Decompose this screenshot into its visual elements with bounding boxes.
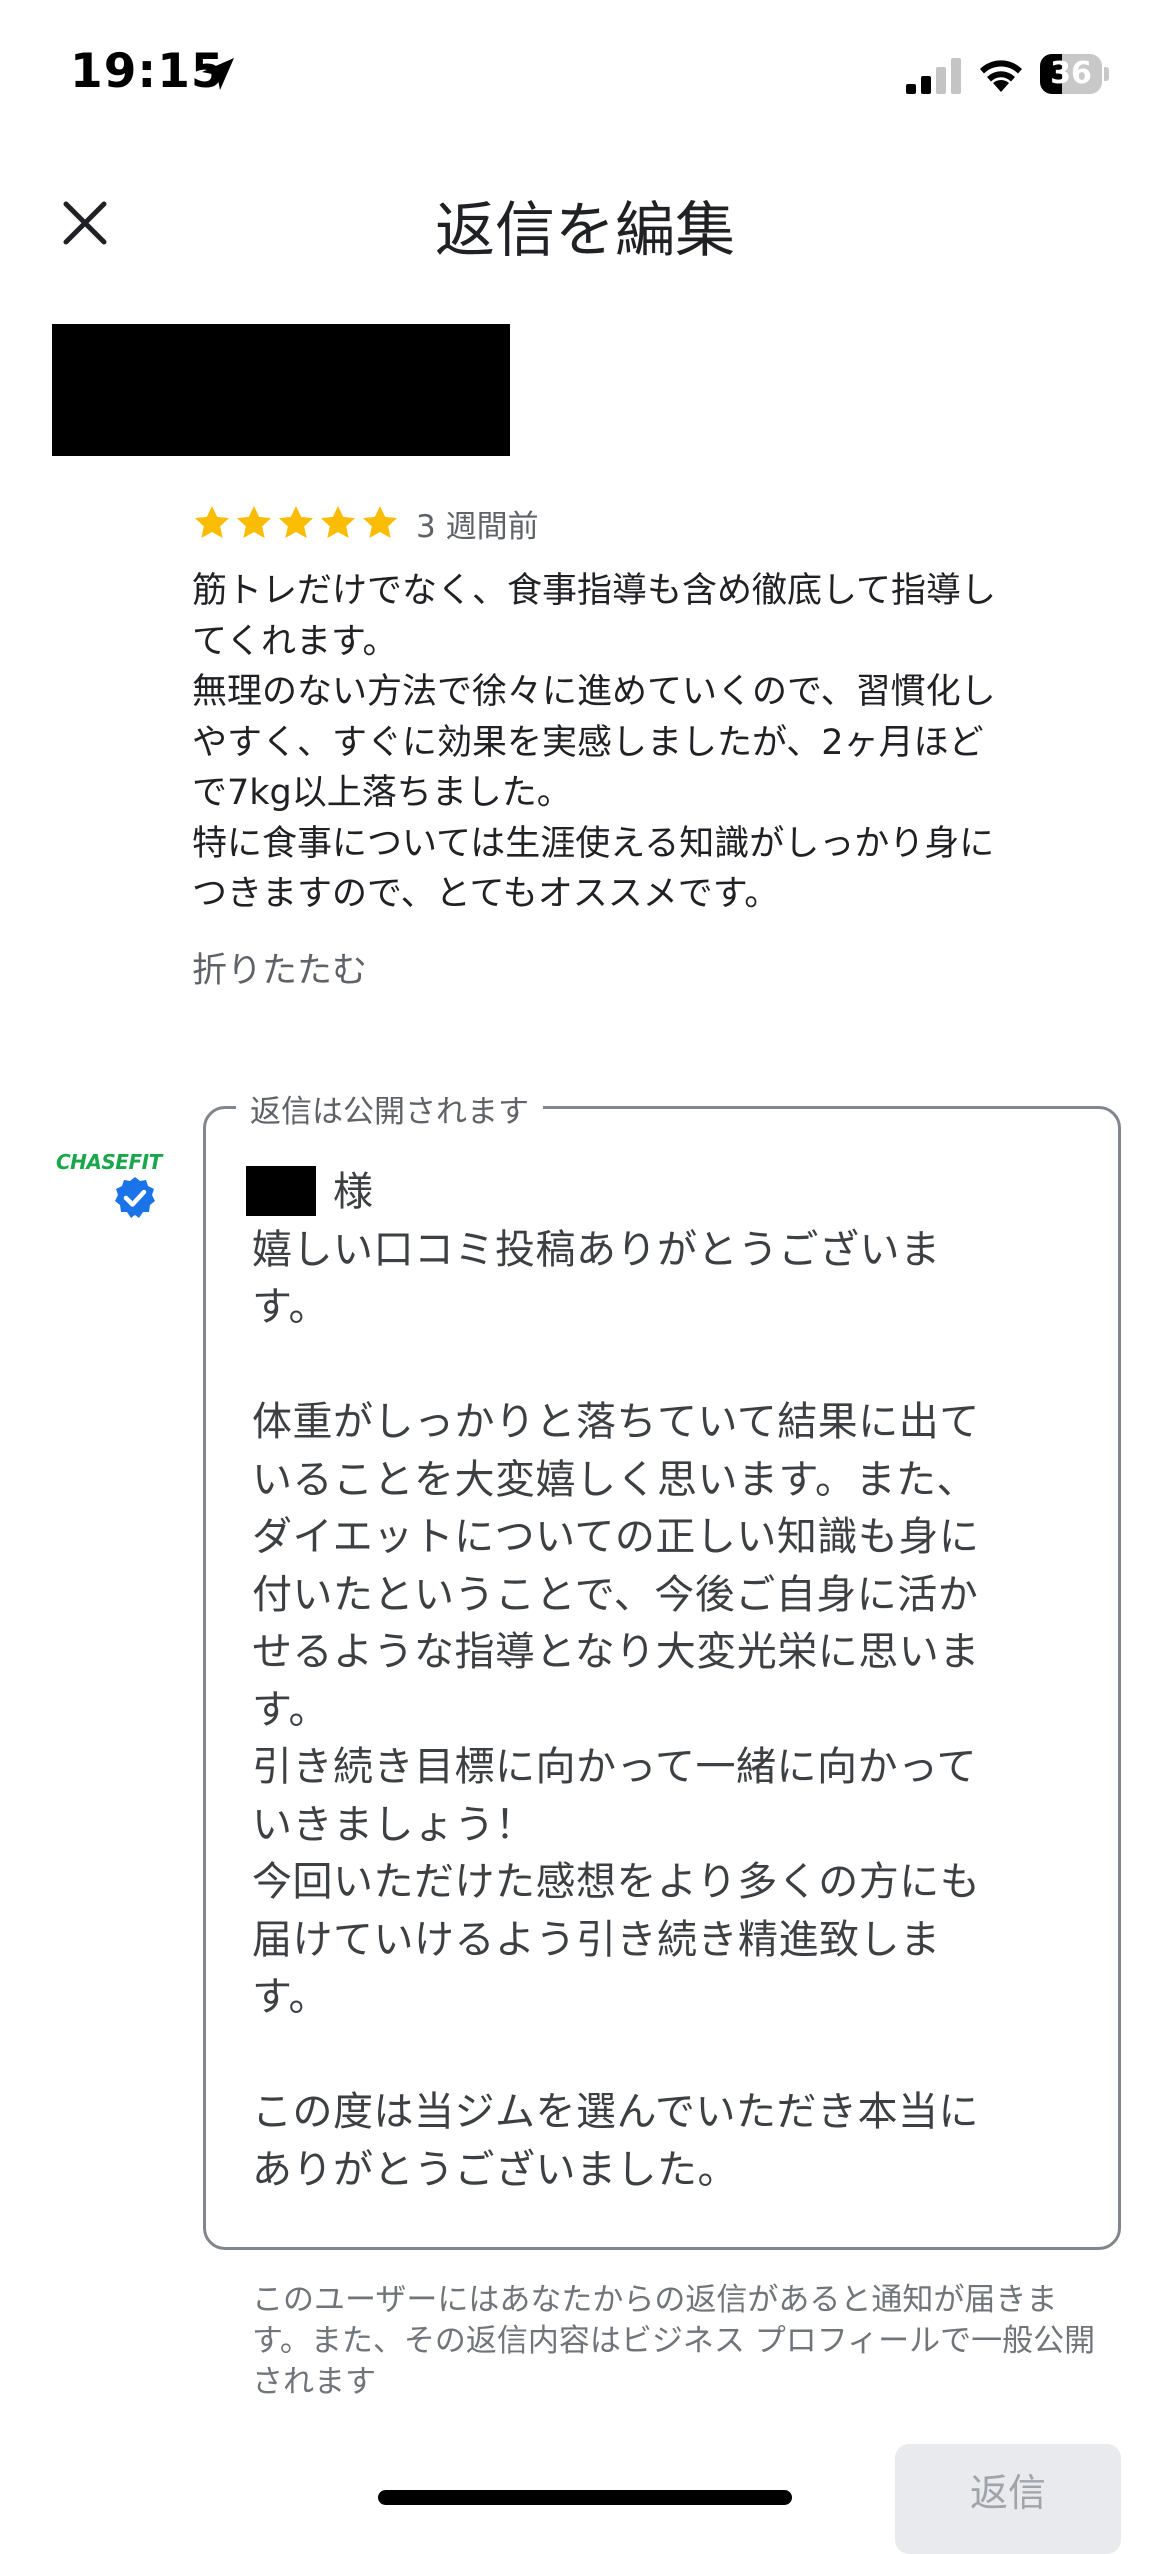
page-title: 返信を編集 xyxy=(435,196,735,266)
star-icon xyxy=(237,506,271,538)
business-logo: CHASEFIT xyxy=(56,1150,162,1174)
cellular-signal-icon xyxy=(906,58,961,94)
reply-field-label: 返信は公開されます xyxy=(236,1086,543,1131)
wifi-icon xyxy=(980,60,1022,92)
location-arrow-icon xyxy=(202,58,234,90)
star-rating xyxy=(192,503,402,543)
battery-icon: 36 xyxy=(1040,54,1110,94)
home-indicator[interactable] xyxy=(378,2490,792,2505)
star-icon xyxy=(363,506,397,538)
review-time: 3 週間前 xyxy=(416,508,539,545)
verified-check-icon xyxy=(115,1177,155,1218)
reply-submit-button[interactable]: 返信 xyxy=(895,2444,1121,2554)
public-notice-text: このユーザーにはあなたからの返信があると通知が届きます。また、その返信内容はビジ… xyxy=(252,2282,1096,2400)
collapse-link[interactable]: 折りたたむ xyxy=(192,942,367,993)
review-text: 筋トレだけでなく、食事指導も含め徹底して指導し てくれます。 無理のない方法で徐… xyxy=(192,571,996,914)
star-icon xyxy=(195,506,229,538)
battery-cap xyxy=(1104,67,1109,81)
star-icon xyxy=(321,506,355,538)
status-bar: 19:15 36 xyxy=(0,0,1170,150)
star-icon xyxy=(279,506,313,538)
reply-text[interactable]: 様 嬉しい口コミ投稿ありがとうございま す。 体重がしっかりと落ちていて結果に出… xyxy=(252,1164,1082,2199)
battery-body: 36 xyxy=(1040,54,1102,94)
rating-row: 3 週間前 xyxy=(192,498,539,548)
battery-level: 36 xyxy=(1050,56,1092,91)
reviewer-name-redacted xyxy=(52,324,510,456)
